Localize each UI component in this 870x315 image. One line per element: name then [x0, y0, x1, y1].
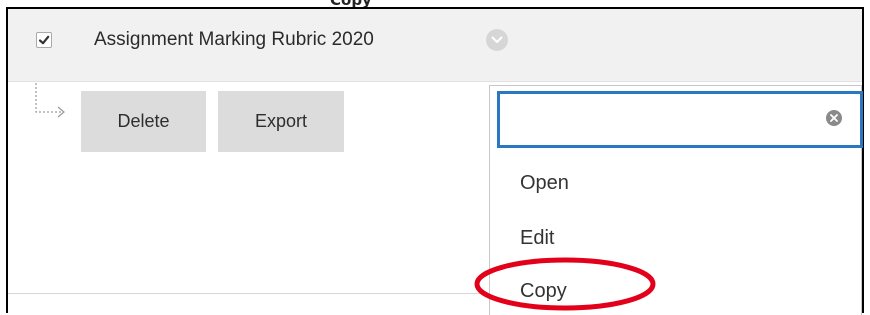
divider	[8, 293, 488, 294]
menu-item-edit[interactable]: Edit	[520, 227, 554, 250]
top-caption-strip: Copy	[0, 0, 870, 7]
chevron-down-icon	[491, 36, 503, 43]
item-options-button[interactable]	[486, 29, 508, 51]
menu-item-copy[interactable]: Copy	[520, 280, 567, 303]
rubric-panel: Assignment Marking Rubric 2020 Delete Ex…	[6, 7, 864, 315]
item-title: Assignment Marking Rubric 2020	[94, 29, 374, 50]
top-caption-text: Copy	[330, 0, 372, 7]
export-button[interactable]: Export	[218, 91, 344, 152]
checkmark-icon	[38, 35, 50, 45]
rubric-item-row: Assignment Marking Rubric 2020	[8, 9, 862, 82]
menu-item-open[interactable]: Open	[520, 172, 569, 195]
delete-button[interactable]: Delete	[81, 91, 206, 152]
menu-search-input[interactable]	[497, 91, 863, 148]
connector-arrow-icon	[35, 83, 65, 118]
clear-icon[interactable]	[826, 110, 842, 126]
context-menu: Open Edit Copy	[489, 85, 863, 315]
item-checkbox[interactable]	[36, 32, 52, 48]
